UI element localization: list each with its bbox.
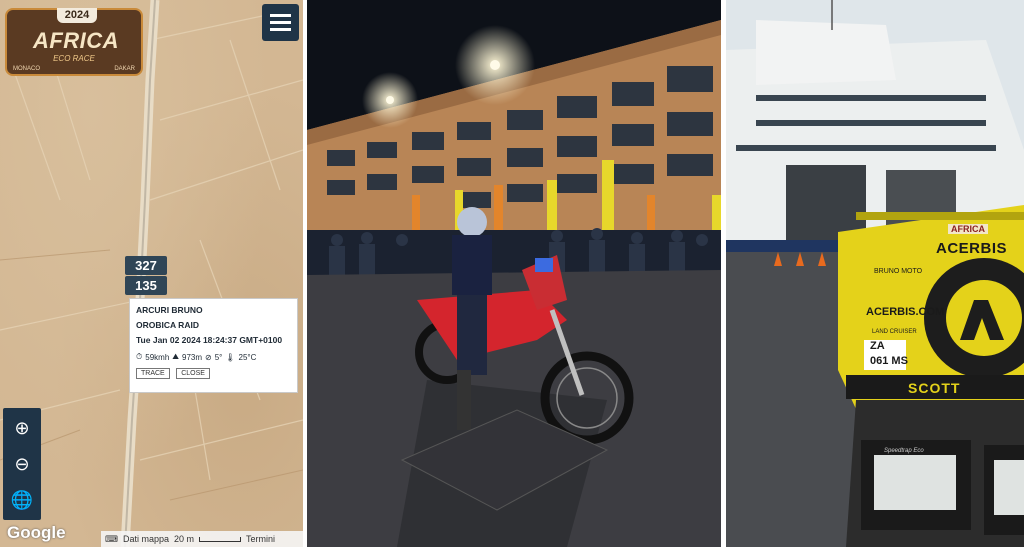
rider-name: ARCURI BRUNO [136,305,203,315]
globe-icon[interactable]: 🌐 [3,482,41,518]
africa-label: AFRICA [948,224,988,234]
rider-team: OROBICA RAID [136,320,199,330]
rider-timestamp: Tue Jan 02 2024 18:24:37 GMT+0100 [136,335,283,345]
rider-marker[interactable]: 327 135 [119,254,173,298]
map-data-link[interactable]: Dati mappa [123,534,169,544]
logo-to: DAKAR [114,66,135,72]
thermometer-icon: 🌡 [225,352,236,362]
temperature-value: 25°C [238,352,257,362]
acerbis-website: ACERBIS.COM [866,306,945,318]
speed-value: 59kmh [145,352,170,362]
close-button[interactable]: CLOSE [176,368,210,379]
menu-line-icon [270,21,291,24]
hamburger-menu-button[interactable] [262,4,299,41]
night-start-scene [307,0,721,547]
plate-line-2: 061 MS [870,355,908,367]
acerbis-label: ACERBIS [936,240,1008,257]
logo-year: 2024 [57,8,97,23]
heading-value: 5° [214,352,223,362]
logo-brand: AFRICA [32,28,120,53]
trace-button[interactable]: TRACE [136,368,170,379]
bruno-moto-label: BRUNO MOTO [874,268,923,275]
model-label: LAND CRUISER [872,329,917,335]
rider-info-popup: ARCURI BRUNO OROBICA RAID Tue Jan 02 202… [129,298,298,393]
zoom-out-icon[interactable]: ⊖ [3,446,41,482]
device-label: Speedtrap Eco [884,448,924,454]
keyboard-icon[interactable]: ⌨ [105,534,118,545]
zoom-in-icon[interactable]: ⊕ [3,410,41,446]
logo-subtitle: ECO RACE [53,54,95,63]
menu-line-icon [270,14,291,17]
marker-bottom-number: 135 [125,276,167,295]
map-attribution: ⌨ Dati mappa 20 m Termini [101,531,303,547]
google-logo: Google [7,523,66,542]
terms-link[interactable]: Termini [246,534,275,544]
marker-top-number: 327 [125,256,167,275]
altitude-icon: ⛰ [172,352,179,361]
altitude-value: 973m [182,352,203,362]
scale-bar [199,536,242,542]
photo-port-ferry: ACERBIS AFRICA BRUNO MOTO ACERBIS.COM LA… [726,0,1024,547]
heading-icon: ⊘ [205,352,212,362]
photo-night-start [307,0,721,547]
map-view[interactable]: 2024 AFRICA ECO RACE MONACO DAKAR 327 13… [0,0,303,547]
logo-from: MONACO [13,66,40,72]
plate-line-1: ZA [870,340,885,352]
map-controls: ⊕ ⊖ 🌐 [3,408,41,520]
menu-line-icon [270,28,291,31]
scale-label: 20 m [174,534,195,544]
africa-eco-race-logo: 2024 AFRICA ECO RACE MONACO DAKAR [5,8,143,76]
speedometer-icon: ⏱ [136,352,143,361]
scott-label: SCOTT [908,380,961,396]
